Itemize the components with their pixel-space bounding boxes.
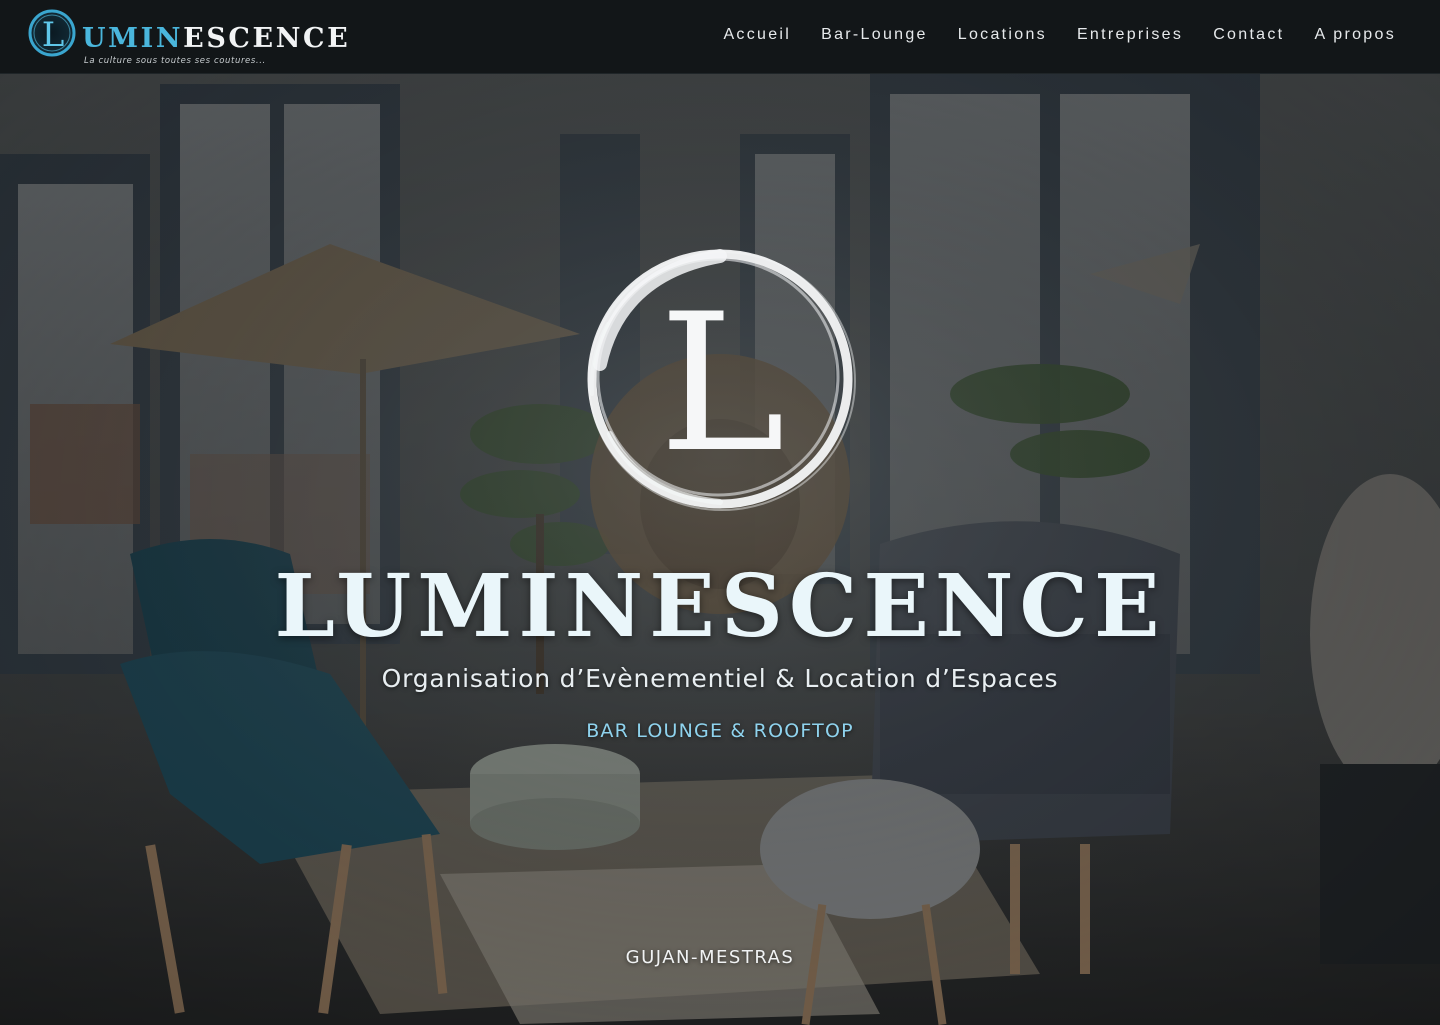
hero-brush-circle-l-icon: L xyxy=(587,249,856,511)
brand-name-accent: UMIN xyxy=(82,23,184,54)
brand-circle-l-icon: L xyxy=(28,9,76,57)
brand-name: UMINESCENCE xyxy=(82,23,350,54)
brand-logo-letter: L xyxy=(42,15,65,55)
hero-tagline: BAR LOUNGE & ROOFTOP xyxy=(586,720,854,742)
site-header: L UMINESCENCE La culture sous toutes ses… xyxy=(0,0,1440,74)
nav-accueil[interactable]: Accueil xyxy=(723,26,791,44)
hero-section: L LUMINESCENCE Organisation d’Evènementi… xyxy=(0,74,1440,1025)
nav-entreprises[interactable]: Entreprises xyxy=(1077,26,1183,44)
nav-a-propos[interactable]: A propos xyxy=(1314,26,1396,44)
hero-logo-letter: L xyxy=(659,273,785,494)
hero-location: GUJAN-MESTRAS xyxy=(625,947,795,968)
brand-tagline: La culture sous toutes ses coutures... xyxy=(84,56,266,66)
brand-logo[interactable]: L UMINESCENCE La culture sous toutes ses… xyxy=(26,6,348,68)
nav-contact[interactable]: Contact xyxy=(1213,26,1284,44)
hero-dark-overlay xyxy=(0,74,1440,1025)
brand-name-rest: ESCENCE xyxy=(183,23,351,54)
nav-bar-lounge[interactable]: Bar-Lounge xyxy=(821,26,928,44)
hero-title: LUMINESCENCE xyxy=(274,556,1166,657)
main-nav: Accueil Bar-Lounge Locations Entreprises… xyxy=(723,26,1396,44)
hero-subtitle: Organisation d’Evènementiel & Location d… xyxy=(381,664,1059,693)
nav-locations[interactable]: Locations xyxy=(958,26,1047,44)
